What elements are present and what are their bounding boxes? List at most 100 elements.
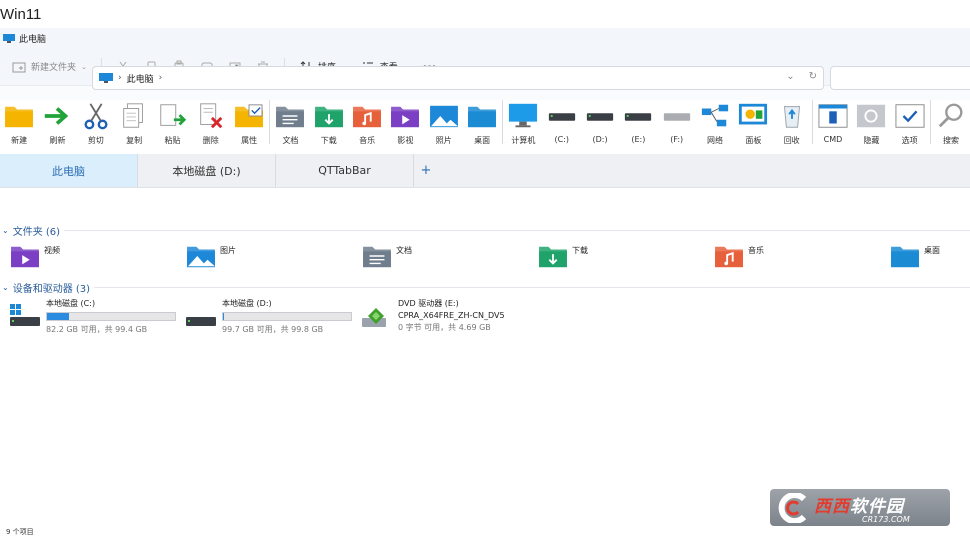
video-folder-icon [10, 243, 39, 269]
qt-button-label: 搜索 [942, 136, 959, 145]
qt-button-search[interactable]: 搜索 [932, 100, 970, 146]
qt-button-drive-e[interactable]: (E:) [619, 100, 657, 144]
folder-item[interactable]: 图片 [186, 243, 236, 269]
tab-qttabbar[interactable]: QTTabBar [276, 154, 414, 187]
folder-item[interactable]: 文档 [362, 243, 412, 269]
desktop-icon [466, 100, 498, 132]
network-icon [699, 100, 731, 132]
qt-button-computer[interactable]: 计算机 [504, 100, 542, 146]
folder-item[interactable]: 下载 [538, 243, 588, 269]
drive-item[interactable]: 本地磁盘 (C:) 82.2 GB 可用，共 99.4 GB [10, 298, 176, 335]
qt-button-scissors[interactable]: 剪切 [77, 100, 115, 146]
qt-button-copy[interactable]: 复制 [115, 100, 153, 146]
section-divider [94, 287, 970, 288]
new-folder-icon [3, 100, 35, 132]
qt-button-downloads[interactable]: 下载 [310, 100, 348, 146]
refresh-icon[interactable]: ↻ [809, 71, 817, 82]
folder-name: 视频 [44, 246, 60, 255]
documents-folder-icon [362, 243, 391, 269]
qt-button-label: 桌面 [474, 136, 491, 145]
qt-button-network[interactable]: 网络 [696, 100, 734, 146]
drive-c-icon [546, 100, 578, 132]
folder-item[interactable]: 音乐 [714, 243, 764, 269]
qt-button-label: 计算机 [511, 136, 536, 145]
qt-button-drive-f[interactable]: (F:) [658, 100, 696, 144]
page-caption: Win11 [0, 6, 42, 23]
search-icon [935, 100, 967, 132]
qt-button-label: 复制 [126, 136, 143, 145]
qt-toolbar: 新建 刷新 剪切 复制 粘贴 删除 属性 文档 下载 音乐 影视 照片 桌面 计算机 (C:) (D:) (E:… [0, 100, 970, 152]
qt-button-label: 网络 [707, 136, 724, 145]
drive-d-icon [584, 100, 616, 132]
qt-button-label: 回收 [783, 136, 800, 145]
music-folder-icon [714, 243, 743, 269]
hide-icon [855, 100, 887, 132]
options-icon [894, 100, 926, 132]
drive-e-icon [622, 100, 654, 132]
add-tab-button[interactable]: + [414, 154, 438, 187]
qt-button-label: (F:) [670, 135, 684, 144]
qt-button-video[interactable]: 影视 [386, 100, 424, 146]
qt-button-new-folder[interactable]: 新建 [0, 100, 38, 146]
qt-button-refresh[interactable]: 刷新 [38, 100, 76, 146]
drive-item[interactable]: 本地磁盘 (D:) 99.7 GB 可用，共 99.8 GB [186, 298, 352, 335]
qt-button-label: (E:) [631, 135, 646, 144]
new-folder-button[interactable]: 新建文件夹 ⌄ [12, 60, 87, 74]
drive-f-icon [661, 100, 693, 132]
qt-button-pictures[interactable]: 照片 [425, 100, 463, 146]
toolbar-divider [269, 100, 271, 144]
drive-item[interactable]: DVD 驱动器 (E:) CPRA_X64FRE_ZH-CN_DV5 0 字节 可用… [362, 298, 505, 333]
desktop-folder-icon [890, 243, 919, 269]
dvd-drive-icon [362, 304, 392, 332]
drive-usage-bar [46, 312, 176, 321]
search-input[interactable] [830, 66, 970, 90]
folder-name: 桌面 [924, 246, 940, 255]
qt-button-music[interactable]: 音乐 [348, 100, 386, 146]
drive-icon [186, 304, 216, 332]
folder-item[interactable]: 桌面 [890, 243, 940, 269]
paste-icon [156, 100, 188, 132]
computer-icon [507, 100, 539, 132]
properties-icon [233, 100, 265, 132]
qt-button-drive-c[interactable]: (C:) [543, 100, 581, 144]
tab-this-pc[interactable]: 此电脑 [0, 154, 138, 187]
windows-drive-icon [10, 304, 40, 332]
qt-button-desktop[interactable]: 桌面 [463, 100, 501, 146]
qt-button-options[interactable]: 选项 [891, 100, 929, 146]
recycle-bin-icon [776, 100, 808, 132]
folder-name: 图片 [220, 246, 236, 255]
drive-space-text: 82.2 GB 可用，共 99.4 GB [46, 325, 148, 334]
qt-button-recycle-bin[interactable]: 回收 [773, 100, 811, 146]
this-pc-icon [3, 33, 15, 43]
drive-space-text: 99.7 GB 可用，共 99.8 GB [222, 325, 324, 334]
tab-label: 本地磁盘 (D:) [172, 164, 241, 178]
qt-button-drive-d[interactable]: (D:) [581, 100, 619, 144]
drive-name: 本地磁盘 (C:) [46, 299, 96, 308]
qt-button-label: 文档 [282, 136, 299, 145]
breadcrumb-this-pc[interactable]: 此电脑 [127, 72, 154, 85]
toolbar-divider [502, 100, 504, 144]
qt-button-delete[interactable]: 删除 [192, 100, 230, 146]
folders-section-header[interactable]: ⌄ 文件夹 (6) [2, 223, 60, 238]
qt-button-label: (D:) [592, 135, 608, 144]
qt-button-documents[interactable]: 文档 [271, 100, 309, 146]
pictures-icon [428, 100, 460, 132]
tab-local-disk-d[interactable]: 本地磁盘 (D:) [138, 154, 276, 187]
downloads-folder-icon [538, 243, 567, 269]
folder-item[interactable]: 视频 [10, 243, 60, 269]
qt-button-control-panel[interactable]: 面板 [734, 100, 772, 146]
qt-button-label: 面板 [745, 136, 762, 145]
drive-usage-fill [47, 313, 69, 320]
toolbar-divider [929, 100, 931, 144]
tab-label: 此电脑 [52, 164, 85, 178]
qt-button-paste[interactable]: 粘贴 [153, 100, 191, 146]
tab-bar: 此电脑 本地磁盘 (D:) QTTabBar + [0, 154, 970, 188]
pictures-folder-icon [186, 243, 215, 269]
drives-section-header[interactable]: ⌄ 设备和驱动器 (3) [2, 280, 90, 295]
qt-button-hide[interactable]: 隐藏 [852, 100, 890, 146]
address-bar[interactable]: › 此电脑 › ⌄ ↻ [92, 66, 824, 90]
address-dropdown-icon[interactable]: ⌄ [786, 71, 794, 82]
folder-name: 文档 [396, 246, 412, 255]
qt-button-cmd[interactable]: CMD [814, 100, 852, 144]
qt-button-properties[interactable]: 属性 [230, 100, 268, 146]
